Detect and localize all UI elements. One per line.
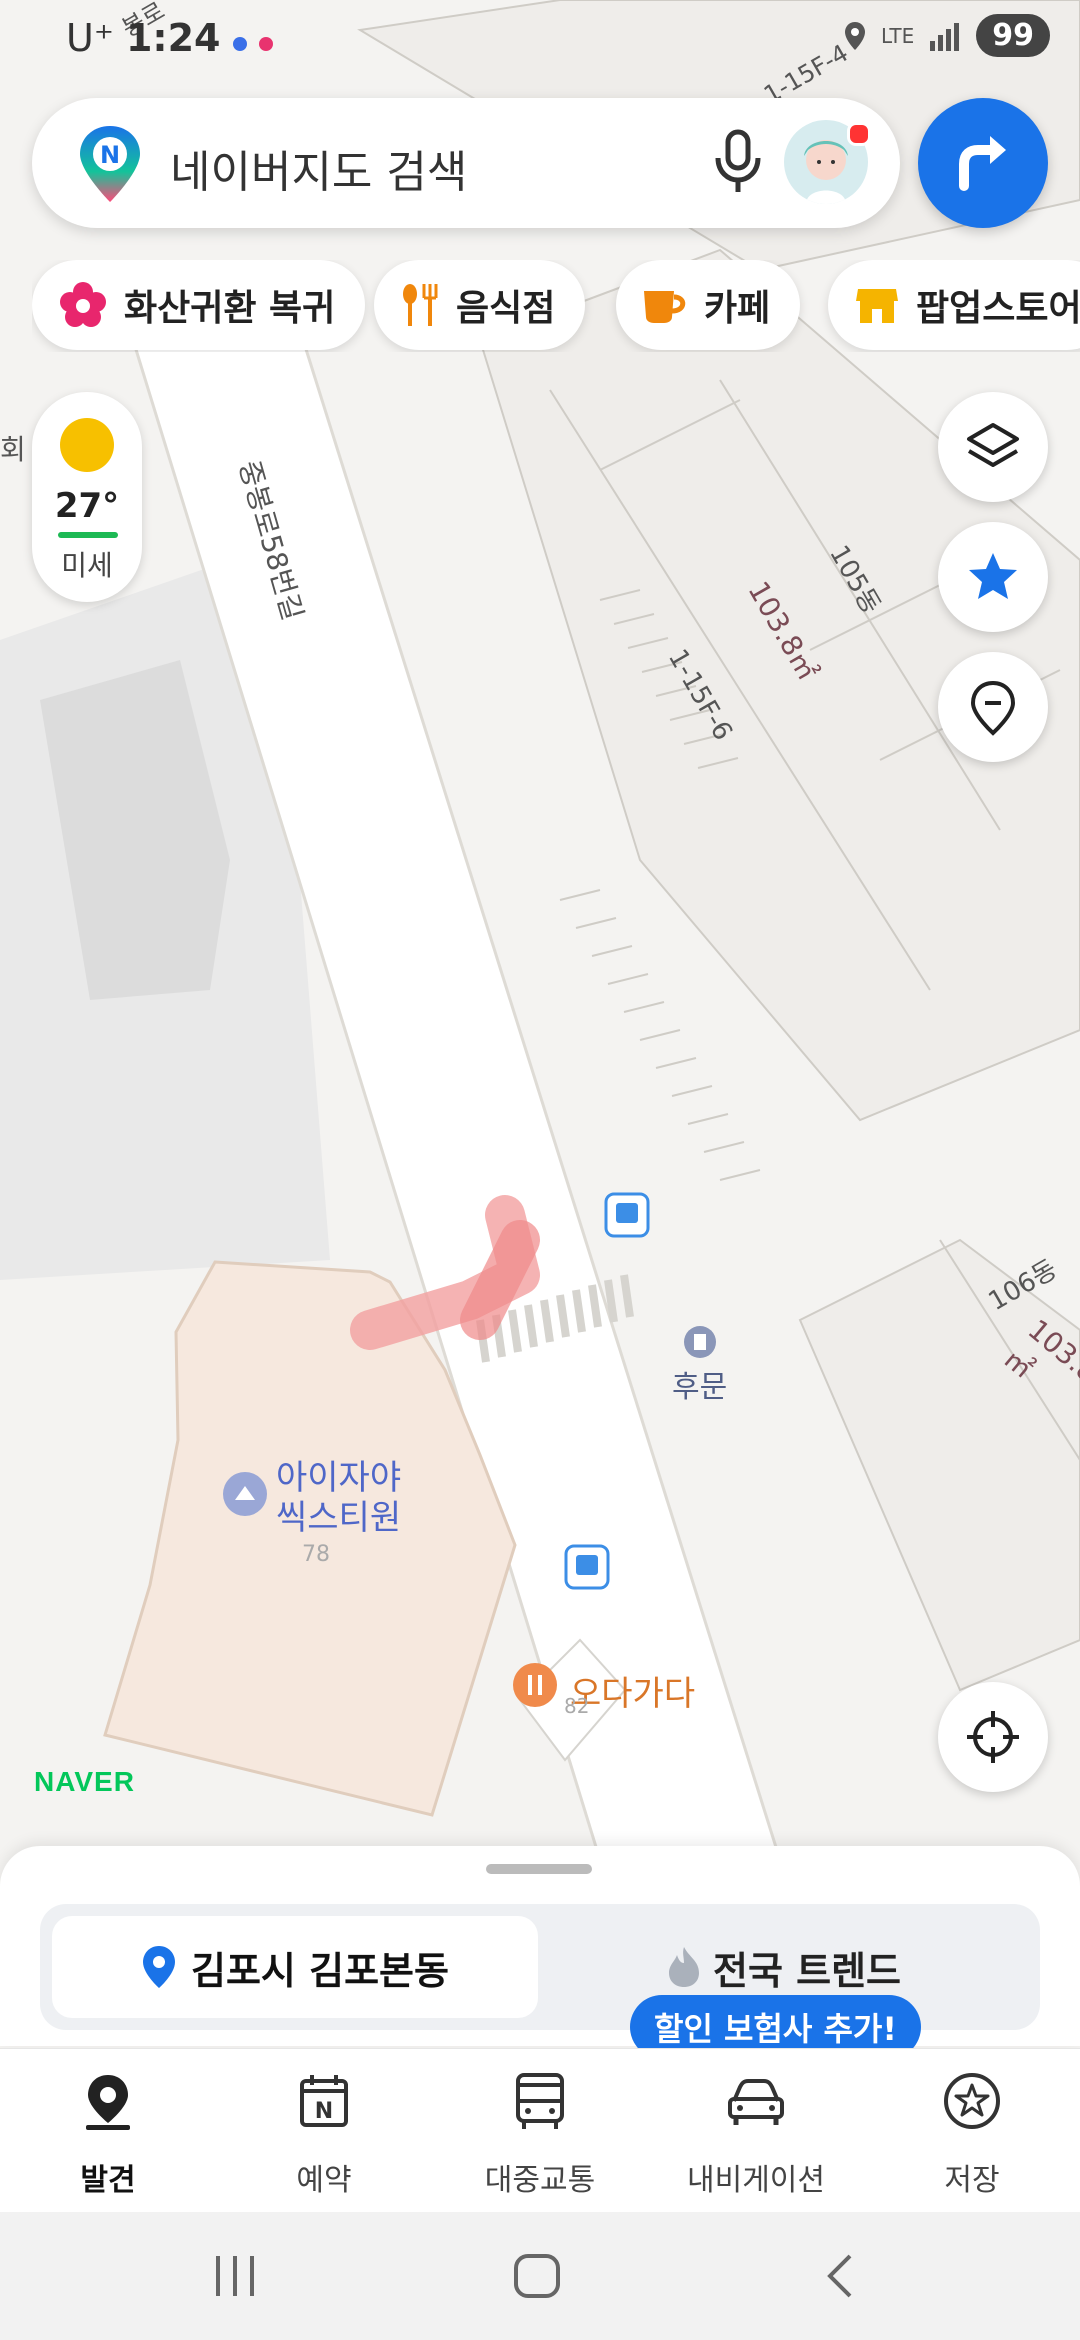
notification-dot bbox=[847, 122, 871, 146]
trend-label: 전국 트렌드 bbox=[712, 1948, 902, 1993]
notification-dots-icon bbox=[258, 37, 273, 51]
tab-label: 예약 bbox=[296, 2163, 352, 2198]
home-icon[interactable] bbox=[512, 2252, 562, 2300]
place-icon[interactable] bbox=[223, 1472, 267, 1516]
layers-button[interactable] bbox=[938, 392, 1048, 502]
tooltip-label: 할인 보험사 추가! bbox=[654, 2010, 897, 2048]
microphone-icon[interactable] bbox=[708, 128, 768, 198]
car-icon bbox=[716, 2071, 796, 2141]
bus-stop-icon[interactable] bbox=[604, 1192, 650, 1238]
fine-dust-label: 미세 bbox=[61, 549, 113, 582]
carrier-label: U⁺ bbox=[66, 16, 114, 60]
tab-reservation[interactable]: N 예약 bbox=[216, 2049, 432, 2213]
chip-label: 화산귀환 복귀 bbox=[124, 288, 336, 329]
temperature: 27° bbox=[54, 486, 120, 526]
tab-discover[interactable]: 발견 bbox=[0, 2049, 216, 2213]
sheet-drag-handle[interactable] bbox=[486, 1864, 592, 1874]
restaurant-number-label: 82 bbox=[564, 1694, 590, 1718]
chip-popup-store[interactable]: 팝업스토어 bbox=[828, 260, 1080, 350]
status-right: LTE 99 bbox=[843, 14, 1050, 57]
tab-navigation[interactable]: 내비게이션 bbox=[648, 2049, 864, 2213]
chip-hwasan[interactable]: 화산귀환 복귀 bbox=[32, 260, 366, 350]
battery-indicator: 99 bbox=[976, 14, 1050, 57]
naver-map-logo-icon: N bbox=[80, 126, 140, 202]
location-label: 김포시 김포본동 bbox=[191, 1948, 449, 1993]
place-name-label[interactable]: 아이자야 씩스티원 bbox=[276, 1458, 416, 1538]
current-location-button[interactable] bbox=[938, 1682, 1048, 1792]
tab-transit[interactable]: 대중교통 bbox=[432, 2049, 648, 2213]
chip-label: 음식점 bbox=[456, 288, 556, 329]
reservation-calendar-icon: N bbox=[284, 2071, 364, 2141]
signal-icon bbox=[930, 22, 960, 51]
tab-saved[interactable]: 저장 bbox=[864, 2049, 1080, 2213]
edge-label: 회 bbox=[0, 433, 26, 466]
category-chips: 화산귀환 복귀 음식점 카페 팝업스토어 bbox=[32, 260, 1080, 352]
restaurant-map-icon[interactable] bbox=[513, 1663, 557, 1707]
bus-icon bbox=[500, 2071, 580, 2141]
svg-text:N: N bbox=[315, 2099, 333, 2124]
place-number-label: 78 bbox=[302, 1542, 330, 1567]
restaurant-icon bbox=[400, 282, 440, 328]
bus-stop-icon[interactable] bbox=[564, 1544, 610, 1590]
back-icon[interactable] bbox=[820, 2252, 860, 2300]
tab-label: 발견 bbox=[80, 2163, 136, 2198]
system-nav-bar bbox=[0, 2212, 1080, 2340]
tab-label: 저장 bbox=[944, 2163, 1000, 2198]
weather-widget[interactable]: 27° 미세 bbox=[32, 392, 142, 602]
layers-icon bbox=[967, 423, 1019, 467]
search-input[interactable]: 네이버지도 검색 bbox=[170, 136, 467, 200]
svg-text:N: N bbox=[100, 141, 120, 169]
naver-watermark: NAVER bbox=[34, 1766, 135, 1797]
directions-button[interactable] bbox=[918, 98, 1048, 228]
dust-indicator-bar bbox=[58, 532, 118, 538]
chip-cafe[interactable]: 카페 bbox=[616, 260, 801, 350]
chip-restaurant[interactable]: 음식점 bbox=[374, 260, 586, 350]
map-pin-icon bbox=[970, 680, 1016, 736]
tab-location[interactable]: 김포시 김포본동 bbox=[52, 1916, 538, 2018]
gate-icon[interactable] bbox=[684, 1326, 716, 1358]
clock: 1:24 bbox=[125, 16, 221, 60]
location-pin-icon bbox=[143, 1946, 176, 1988]
network-label: LTE bbox=[881, 23, 915, 48]
tab-label: 대중교통 bbox=[484, 2163, 596, 2198]
notification-dots-icon bbox=[232, 37, 247, 51]
fire-icon bbox=[668, 1947, 699, 1987]
star-icon bbox=[969, 553, 1017, 599]
chip-label: 팝업스토어 bbox=[916, 288, 1080, 329]
tab-label: 내비게이션 bbox=[687, 2163, 825, 2198]
pin-button[interactable] bbox=[938, 652, 1048, 762]
status-bar: U⁺ 1:24 LTE 99 bbox=[0, 0, 1080, 80]
gate-label[interactable]: 후문 bbox=[672, 1362, 727, 1406]
sun-icon bbox=[60, 418, 114, 472]
star-circle-icon bbox=[932, 2071, 1012, 2141]
discover-pin-icon bbox=[68, 2071, 148, 2141]
recent-apps-icon[interactable] bbox=[210, 2252, 260, 2300]
search-bar[interactable]: N 네이버지도 검색 bbox=[32, 98, 900, 228]
flower-icon bbox=[58, 280, 108, 330]
store-icon bbox=[854, 285, 900, 325]
favorites-button[interactable] bbox=[938, 522, 1048, 632]
chip-label: 카페 bbox=[704, 288, 771, 329]
crosshair-icon bbox=[967, 1711, 1019, 1763]
status-left: U⁺ 1:24 bbox=[66, 16, 273, 60]
location-icon bbox=[845, 21, 865, 50]
cafe-icon bbox=[642, 285, 688, 325]
bottom-tab-bar: 발견 N 예약 대중교통 내비게이션 저장 bbox=[0, 2048, 1080, 2213]
turn-right-arrow-icon bbox=[959, 136, 1006, 191]
